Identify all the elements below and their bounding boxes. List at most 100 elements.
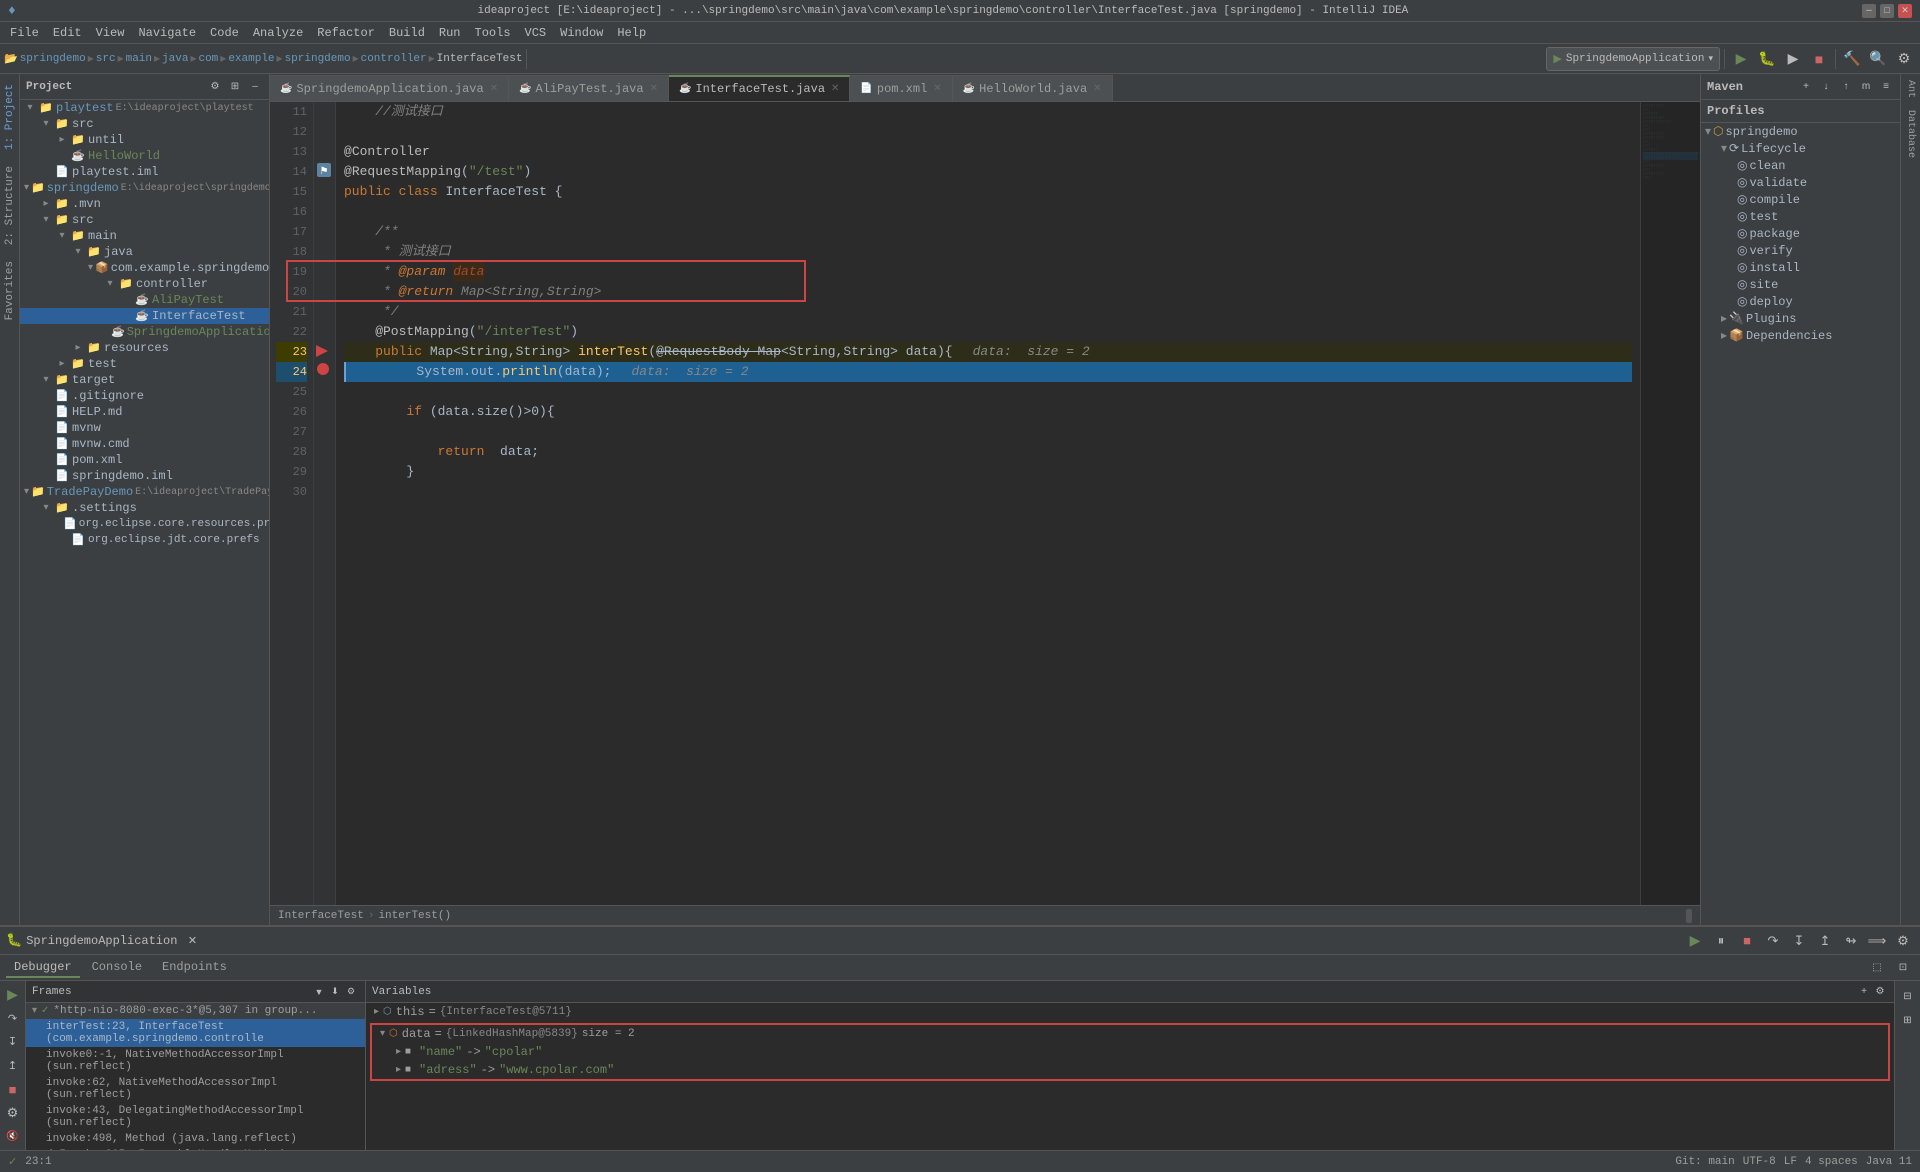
maven-verify[interactable]: ◎ verify bbox=[1701, 242, 1900, 259]
tab-close[interactable]: ✕ bbox=[831, 83, 839, 95]
breadcrumb-src[interactable]: src bbox=[96, 53, 116, 65]
debug-resume-btn2[interactable]: ▶ bbox=[2, 985, 24, 1005]
tree-item-java[interactable]: ▾ 📁 java bbox=[20, 244, 269, 260]
frames-copy-btn[interactable]: ⬇ bbox=[327, 984, 343, 1000]
frames-filter-btn[interactable]: ▼ bbox=[311, 984, 327, 1000]
maven-lifecycle[interactable]: ▾ ⟳ Lifecycle bbox=[1701, 140, 1900, 157]
tree-item-until[interactable]: ▸ 📁 until bbox=[20, 132, 269, 148]
tree-item-playtest-iml[interactable]: ▸ 📄 playtest.iml bbox=[20, 164, 269, 180]
tree-item-eclipse-jdt[interactable]: ▸ 📄 org.eclipse.jdt.core.prefs bbox=[20, 532, 269, 548]
breadcrumb-java[interactable]: java bbox=[162, 53, 188, 65]
tree-item-controller[interactable]: ▾ 📁 controller bbox=[20, 276, 269, 292]
menu-analyze[interactable]: Analyze bbox=[247, 24, 309, 42]
debug-step-out2[interactable]: ↥ bbox=[2, 1056, 24, 1076]
menu-edit[interactable]: Edit bbox=[47, 24, 88, 42]
debug-stop-btn[interactable]: ■ bbox=[1736, 930, 1758, 952]
frame-invoke43[interactable]: invoke:43, DelegatingMethodAccessorImpl … bbox=[26, 1103, 365, 1131]
tab-interfacetest[interactable]: ☕ InterfaceTest.java ✕ bbox=[669, 75, 850, 101]
breadcrumb-springdemo2[interactable]: springdemo bbox=[285, 53, 351, 65]
breadcrumb-class[interactable]: InterfaceTest bbox=[278, 910, 364, 922]
tree-item-help[interactable]: ▸ 📄 HELP.md bbox=[20, 404, 269, 420]
breadcrumb-main[interactable]: main bbox=[126, 53, 152, 65]
ant-toggle[interactable]: Ant bbox=[1903, 74, 1918, 104]
tree-item-tradepay[interactable]: ▾ 📁 TradePayDemo E:\ideaproject\TradePay bbox=[20, 484, 269, 500]
frame-thread[interactable]: ▾ ✓ *http-nio-8080-exec-3*@5,307 in grou… bbox=[26, 1003, 365, 1019]
var-name-entry[interactable]: ▸ ■ "name" -> "cpolar" bbox=[372, 1043, 1888, 1061]
debug-maximize-btn[interactable]: ⊡ bbox=[1892, 957, 1914, 979]
tab-debugger[interactable]: Debugger bbox=[6, 958, 80, 978]
tab-springdemo-app[interactable]: ☕ SpringdemoApplication.java ✕ bbox=[270, 75, 509, 101]
coverage-button[interactable]: ▶ bbox=[1781, 47, 1805, 71]
tree-item-eclipse-resources[interactable]: ▸ 📄 org.eclipse.core.resources.prefs bbox=[20, 516, 269, 532]
frame-doinvoke[interactable]: doInvoke:205, InvocableHandlerMethod (or… bbox=[26, 1147, 365, 1150]
menu-refactor[interactable]: Refactor bbox=[311, 24, 381, 42]
tab-alipay[interactable]: ☕ AliPayTest.java ✕ bbox=[509, 75, 669, 101]
debug-stop-btn2[interactable]: ■ bbox=[2, 1079, 24, 1099]
debug-step-into-btn[interactable]: ↧ bbox=[1788, 930, 1810, 952]
maven-validate[interactable]: ◎ validate bbox=[1701, 174, 1900, 191]
var-this[interactable]: ▸ ⬡ this = {InterfaceTest@5711} bbox=[366, 1003, 1894, 1021]
menu-vcs[interactable]: VCS bbox=[519, 24, 553, 42]
tree-item-src2[interactable]: ▾ 📁 src bbox=[20, 212, 269, 228]
run-config[interactable]: ▶ SpringdemoApplication ▾ bbox=[1546, 47, 1720, 71]
debug-expand-all[interactable]: ⊞ bbox=[1897, 1009, 1919, 1031]
project-settings-btn[interactable]: ⚙ bbox=[207, 79, 223, 95]
tree-item-playtest[interactable]: ▾ 📁 playtest E:\ideaproject\playtest bbox=[20, 100, 269, 116]
maven-deploy[interactable]: ◎ deploy bbox=[1701, 293, 1900, 310]
maven-plugins[interactable]: ▸ 🔌 Plugins bbox=[1701, 310, 1900, 327]
maven-dependencies[interactable]: ▸ 📦 Dependencies bbox=[1701, 327, 1900, 344]
tree-item-src[interactable]: ▾ 📁 src bbox=[20, 116, 269, 132]
tab-close[interactable]: ✕ bbox=[650, 83, 658, 95]
debug-restore-btn[interactable]: ⬚ bbox=[1866, 957, 1888, 979]
debug-collapse-all[interactable]: ⊟ bbox=[1897, 985, 1919, 1007]
search-button[interactable]: 🔍 bbox=[1866, 47, 1890, 71]
debug-step-btn2[interactable]: ↷ bbox=[2, 1009, 24, 1029]
tree-item-interfacetest[interactable]: ▸ ☕ InterfaceTest bbox=[20, 308, 269, 324]
menu-build[interactable]: Build bbox=[383, 24, 431, 42]
breadcrumb-method[interactable]: interTest() bbox=[378, 910, 451, 922]
breadcrumb-com[interactable]: com bbox=[198, 53, 218, 65]
tree-item-mvnw[interactable]: ▸ 📄 mvnw bbox=[20, 420, 269, 436]
stop-button[interactable]: ■ bbox=[1807, 47, 1831, 71]
settings-button[interactable]: ⚙ bbox=[1892, 47, 1916, 71]
menu-file[interactable]: File bbox=[4, 24, 45, 42]
debug-resume-btn[interactable]: ▶ bbox=[1684, 930, 1706, 952]
tree-item-resources[interactable]: ▸ 📁 resources bbox=[20, 340, 269, 356]
maven-package[interactable]: ◎ package bbox=[1701, 225, 1900, 242]
maven-test[interactable]: ◎ test bbox=[1701, 208, 1900, 225]
tree-item-springdemo-app[interactable]: ▸ ☕ SpringdemoApplication bbox=[20, 324, 269, 340]
tree-item-gitignore[interactable]: ▸ 📄 .gitignore bbox=[20, 388, 269, 404]
menu-run[interactable]: Run bbox=[433, 24, 467, 42]
frame-current[interactable]: interTest:23, InterfaceTest (com.example… bbox=[26, 1019, 365, 1047]
debug-mute-btn[interactable]: 🔇 bbox=[2, 1126, 24, 1146]
maven-site[interactable]: ◎ site bbox=[1701, 276, 1900, 293]
debug-close-btn[interactable]: ✕ bbox=[181, 930, 203, 952]
frame-invoke0[interactable]: invoke0:-1, NativeMethodAccessorImpl (su… bbox=[26, 1047, 365, 1075]
run-button[interactable]: ▶ bbox=[1729, 47, 1753, 71]
tree-item-test[interactable]: ▸ 📁 test bbox=[20, 356, 269, 372]
tree-item-mvnw-cmd[interactable]: ▸ 📄 mvnw.cmd bbox=[20, 436, 269, 452]
project-gear-btn[interactable]: ⊞ bbox=[227, 79, 243, 95]
breadcrumb-example[interactable]: example bbox=[228, 53, 274, 65]
tree-item-main[interactable]: ▾ 📁 main bbox=[20, 228, 269, 244]
maven-run-btn[interactable]: m bbox=[1858, 79, 1874, 95]
code-area[interactable]: //测试接口 @Controller @RequestMapping("/tes… bbox=[336, 102, 1640, 905]
maven-menu-btn[interactable]: ≡ bbox=[1878, 79, 1894, 95]
frames-settings-btn[interactable]: ⚙ bbox=[343, 984, 359, 1000]
tab-endpoints[interactable]: Endpoints bbox=[154, 958, 235, 978]
debug-evaluate-btn[interactable]: ⟹ bbox=[1866, 930, 1888, 952]
tree-item-springdemo-iml[interactable]: ▸ 📄 springdemo.iml bbox=[20, 468, 269, 484]
project-collapse-btn[interactable]: – bbox=[247, 79, 263, 95]
tree-item-pom[interactable]: ▸ 📄 pom.xml bbox=[20, 452, 269, 468]
menu-window[interactable]: Window bbox=[554, 24, 609, 42]
build-button[interactable]: 🔨 bbox=[1840, 47, 1864, 71]
menu-tools[interactable]: Tools bbox=[469, 24, 517, 42]
debug-button[interactable]: 🐛 bbox=[1755, 47, 1779, 71]
tab-close[interactable]: ✕ bbox=[490, 83, 498, 95]
maven-compile[interactable]: ◎ compile bbox=[1701, 191, 1900, 208]
debug-run-to-cursor-btn[interactable]: ↬ bbox=[1840, 930, 1862, 952]
menu-code[interactable]: Code bbox=[204, 24, 245, 42]
debug-pause-btn[interactable]: ⏸ bbox=[1710, 930, 1732, 952]
minimize-btn[interactable]: ─ bbox=[1862, 4, 1876, 18]
vars-add-btn[interactable]: + bbox=[1856, 984, 1872, 1000]
